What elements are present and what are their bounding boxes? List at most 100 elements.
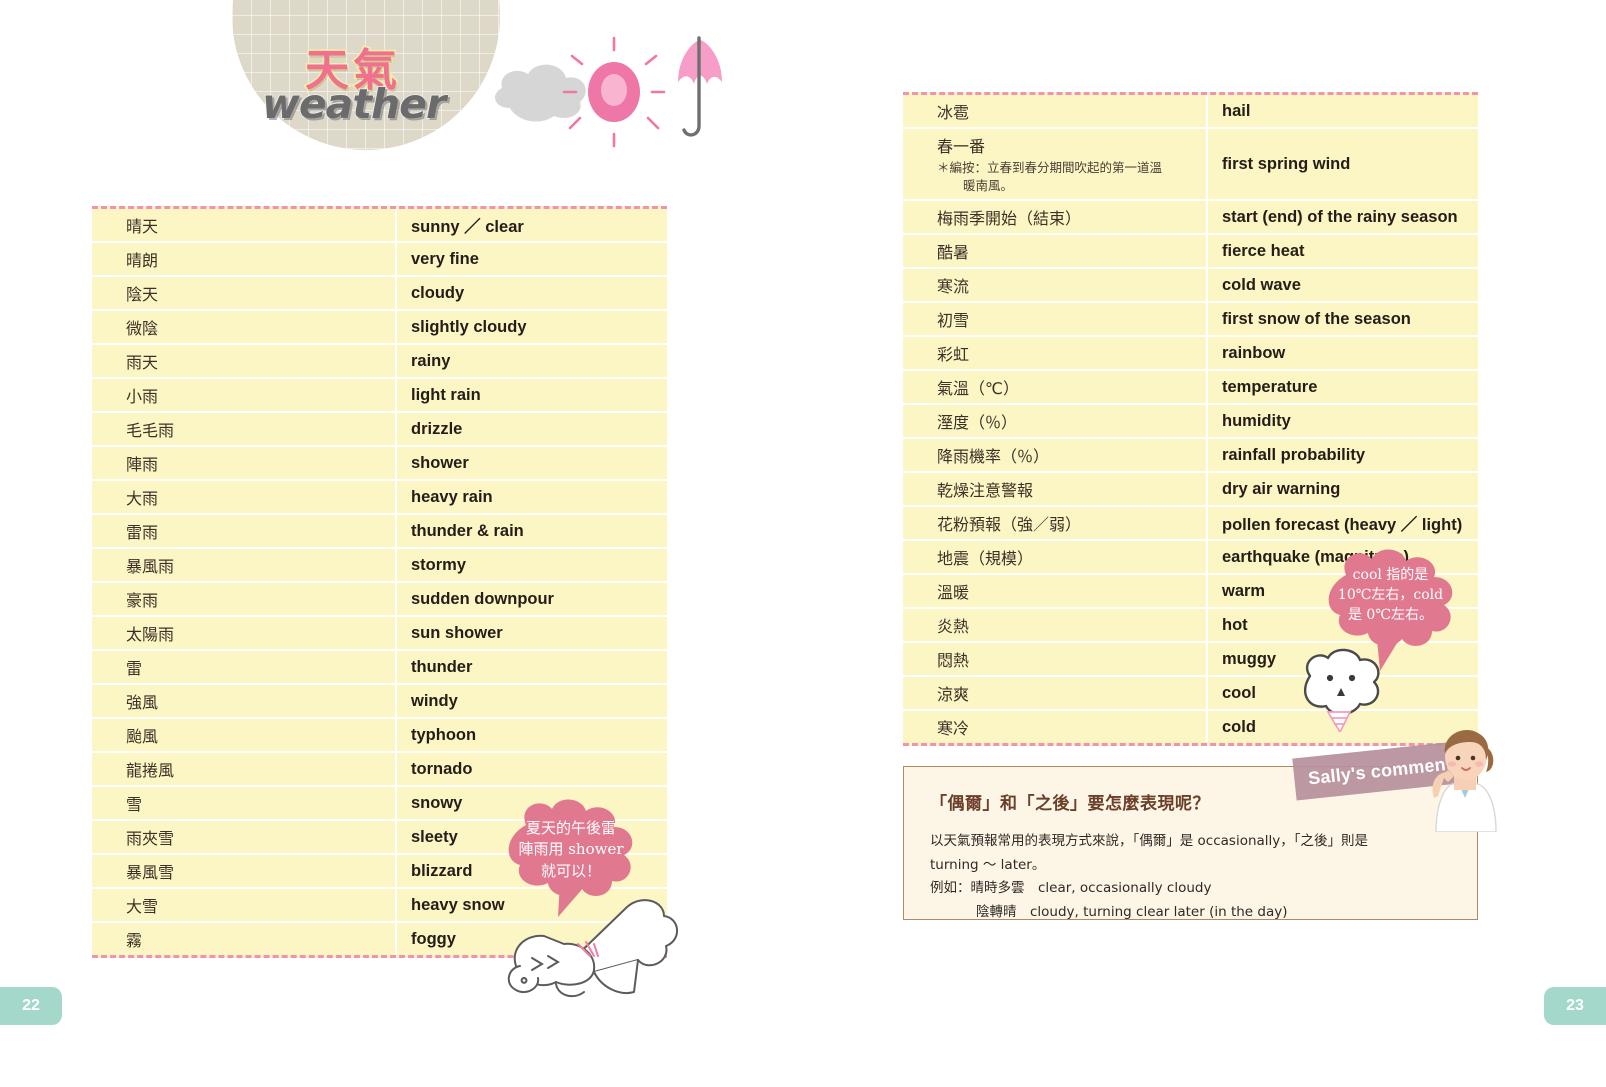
tip-bubble-right: cool 指的是 10℃左右，cold 是 0℃左右。: [1318, 545, 1463, 671]
vocab-term-zh: 陣雨: [92, 447, 397, 479]
vocab-term-zh: 涼爽: [903, 677, 1208, 710]
vocab-term-zh-main: 春一番: [937, 137, 986, 156]
vocab-row: 微陰 slightly cloudy: [92, 311, 667, 345]
vocab-term-en: windy: [411, 691, 458, 710]
sally-comment-para1: 以天氣預報常用的表現方式來說，「偶爾」是 occasionally，「之後」則是: [930, 833, 1369, 849]
vocab-term-zh-main: 晴朗: [126, 251, 159, 270]
bubble-right-line1: cool 指的是: [1352, 567, 1429, 583]
vocab-term-zh: 氣溫（℃）: [903, 371, 1208, 404]
vocab-term-zh: 彩虹: [903, 337, 1208, 370]
vocab-term-en: drizzle: [411, 419, 463, 438]
vocab-term-en: humidity: [1222, 411, 1291, 430]
weather-decoration-icons: [488, 30, 728, 150]
vocab-row: 彩虹 rainbow: [903, 337, 1478, 372]
vocab-row: 晴朗 very fine: [92, 243, 667, 277]
vocab-term-zh-main: 暴風雪: [126, 863, 175, 882]
vocab-row: 毛毛雨 drizzle: [92, 413, 667, 447]
vocab-row: 涼爽 cool: [903, 677, 1478, 712]
vocab-term-zh: 雨夾雪: [92, 821, 397, 853]
vocab-row: 氣溫（℃） temperature: [903, 371, 1478, 406]
vocab-term-zh: 溼度（％）: [903, 405, 1208, 438]
vocab-term-zh-main: 小雨: [126, 387, 159, 406]
sally-character-illustration: [1424, 726, 1504, 837]
tip-bubble-left-text: 夏天的午後雷 陣雨用 shower 就可以！: [498, 795, 644, 882]
vocab-term-en: sudden downpour: [411, 589, 554, 608]
vocab-term-zh: 毛毛雨: [92, 413, 397, 445]
vocab-term-zh-main: 炎熱: [937, 617, 970, 637]
page-title-en: weather: [261, 79, 447, 129]
vocab-row: 初雪 first snow of the season: [903, 303, 1478, 338]
vocab-term-zh: 大雪: [92, 889, 397, 921]
vocab-term-zh-main: 霧: [126, 931, 143, 950]
vocab-term-zh: 炎熱: [903, 609, 1208, 642]
vocab-term-zh: 地震（規模）: [903, 541, 1208, 574]
vocab-term-en: rainfall probability: [1222, 445, 1366, 464]
vocab-row: 陰天 cloudy: [92, 277, 667, 311]
vocab-term-zh-main: 氣溫（℃）: [937, 379, 1019, 399]
vocab-term-zh: 太陽雨: [92, 617, 397, 649]
vocab-term-zh: 寒冷: [903, 711, 1208, 744]
vocab-row: 颱風 typhoon: [92, 719, 667, 753]
vocab-term-zh-main: 毛毛雨: [126, 421, 175, 440]
vocab-term-zh-main: 梅雨季開始（結束）: [937, 209, 1082, 229]
vocab-row: 陣雨 shower: [92, 447, 667, 481]
vocab-term-zh: 寒流: [903, 269, 1208, 302]
vocab-term-zh-main: 溫暖: [937, 583, 970, 603]
vocab-row: 花粉預報（強／弱） pollen forecast (heavy ／ light): [903, 507, 1478, 542]
vocab-row: 雷雨 thunder & rain: [92, 515, 667, 549]
vocab-row: 晴天 sunny ／ clear: [92, 209, 667, 243]
vocab-term-zh-main: 乾燥注意警報: [937, 481, 1034, 501]
bubble-right-line3: 是 0℃左右。: [1347, 606, 1434, 623]
vocab-term-zh: 晴朗: [92, 243, 397, 275]
sally-comment-para4: 陰轉晴 cloudy, turning clear later (in the …: [976, 903, 1288, 920]
vocab-term-zh-main: 彩虹: [937, 345, 970, 365]
vocab-term-zh-main: 大雨: [126, 489, 159, 508]
vocab-term-zh-main: 寒冷: [937, 719, 970, 739]
vocab-term-zh: 陰天: [92, 277, 397, 309]
vocab-term-zh: 悶熱: [903, 643, 1208, 676]
vocab-term-zh: 雷: [92, 651, 397, 683]
vocab-term-zh-main: 花粉預報（強／弱）: [937, 515, 1082, 535]
vocab-row: 豪雨 sudden downpour: [92, 583, 667, 617]
vocab-term-en: tornado: [411, 759, 473, 778]
vocab-row: 梅雨季開始（結束） start (end) of the rainy season: [903, 201, 1478, 236]
vocab-term-en: typhoon: [411, 725, 477, 744]
vocab-term-en: shower: [411, 453, 469, 472]
vocab-term-zh-main: 降雨機率（％）: [937, 447, 1050, 467]
vocab-term-zh-main: 雪: [126, 795, 143, 814]
vocab-row: 大雨 heavy rain: [92, 481, 667, 515]
vocab-term-zh: 梅雨季開始（結束）: [903, 201, 1208, 234]
vocab-term-zh-main: 雷雨: [126, 523, 159, 542]
vocab-term-en: light rain: [411, 385, 481, 404]
vocab-term-zh: 初雪: [903, 303, 1208, 336]
vocab-term-en: dry air warning: [1222, 479, 1341, 498]
vocab-term-zh: 雷雨: [92, 515, 397, 547]
vocab-term-en: sunny ／ clear: [411, 218, 524, 236]
vocab-term-zh-main: 豪雨: [126, 591, 159, 610]
vocab-term-zh: 雪: [92, 787, 397, 819]
vocab-term-en: start (end) of the rainy season: [1222, 207, 1458, 226]
vocab-term-zh-main: 涼爽: [937, 685, 970, 705]
bubble-left-line2: 陣雨用 shower: [518, 840, 624, 859]
vocab-row: 冰雹 hail: [903, 95, 1478, 129]
vocab-row: 雷 thunder: [92, 651, 667, 685]
vocab-term-en: hail: [1222, 101, 1251, 120]
vocab-term-zh-main: 寒流: [937, 277, 970, 297]
vocab-term-zh: 暴風雨: [92, 549, 397, 581]
vocab-row: 龍捲風 tornado: [92, 753, 667, 787]
vocab-term-zh-main: 雨夾雪: [126, 829, 175, 848]
page-number-left: 22: [0, 987, 62, 1025]
vocab-row: 寒冷 cold: [903, 711, 1478, 744]
page-number-right: 23: [1544, 987, 1606, 1025]
vocab-term-zh: 颱風: [92, 719, 397, 751]
vocab-term-en: very fine: [411, 249, 479, 268]
vocab-term-en: rainy: [411, 351, 451, 370]
vocab-row: 寒流 cold wave: [903, 269, 1478, 304]
bubble-right-line2: 10℃左右，cold: [1337, 586, 1444, 603]
vocab-term-zh: 小雨: [92, 379, 397, 411]
vocab-term-zh: 溫暖: [903, 575, 1208, 608]
vocab-term-zh: 冰雹: [903, 95, 1208, 127]
vocab-term-zh-main: 雨天: [126, 353, 159, 372]
vocab-term-zh: 晴天: [92, 209, 397, 241]
vocab-term-zh-main: 颱風: [126, 727, 159, 746]
